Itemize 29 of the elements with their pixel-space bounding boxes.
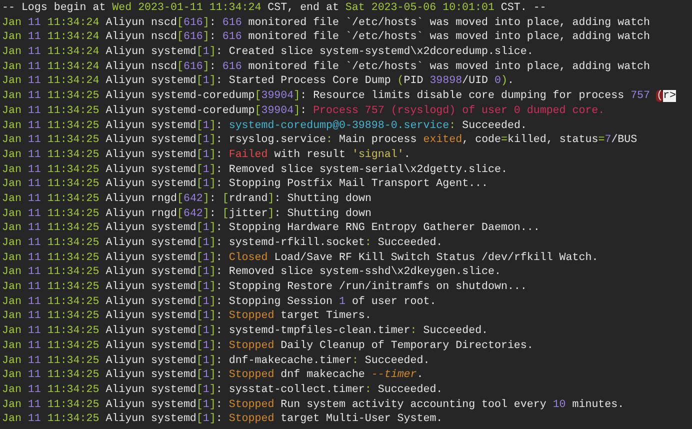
log-line: Jan 11 11:34:24 Aliyun systemd[1]: Started Process Core Dump (PID 39898/UID 0). (2, 74, 514, 90)
log-line: Jan 11 11:34:25 Aliyun systemd[1]: Stopped Daily Cleanup of Temporary Directories. (2, 338, 534, 354)
log-line: Jan 11 11:34:25 Aliyun systemd[1]: Removed slice system-serial\x2dgetty.slice. (2, 162, 508, 178)
log-line: Jan 11 11:34:25 Aliyun systemd[1]: Closed Load/Save RF Kill Switch Status /dev/rfkill Watch. (2, 250, 598, 266)
log-line: Jan 11 11:34:24 Aliyun systemd[1]: Created slice system-systemd\x2dcoredump.slice. (2, 45, 534, 60)
log-line: Jan 11 11:34:24 Aliyun nscd[616]: 616 monitored file `/etc/hosts` was moved into place, adding watch (2, 16, 650, 30)
log-line: Jan 11 11:34:25 Aliyun rngd[642]: [rdrand]: Shutting down (2, 192, 372, 207)
log-line: Jan 11 11:34:25 Aliyun systemd[1]: Stopped target Timers. (2, 309, 372, 324)
log-line: Jan 11 11:34:25 Aliyun systemd[1]: systemd-rfkill.socket: Succeeded. (2, 236, 443, 251)
log-line: Jan 11 11:34:24 Aliyun nscd[616]: 616 monitored file `/etc/hosts` was moved into place, adding watch (2, 60, 650, 74)
log-header: -- Logs begin at Wed 2023-01-11 11:34:24 CST, end at Sat 2023-05-06 10:01:01 CST. -- (2, 1, 546, 16)
log-line: Jan 11 11:34:25 Aliyun systemd-coredump[39904]: Process 757 (rsyslogd) of user 0 dumped core. (2, 104, 605, 118)
log-line: Jan 11 11:34:25 Aliyun systemd[1]: sysstat-collect.timer: Succeeded. (2, 382, 443, 398)
log-line: Jan 11 11:34:25 Aliyun systemd[1]: Stopping Session 1 of user root. (2, 294, 436, 310)
log-line: Jan 11 11:34:25 Aliyun systemd[1]: Stopped Run system activity accounting tool every 10 minutes. (2, 398, 624, 412)
log-line: Jan 11 11:34:25 Aliyun systemd[1]: rsyslog.service: Main process exited, code=killed, status=7/BUS (2, 133, 638, 148)
log-line: Jan 11 11:34:25 Aliyun systemd[1]: Stopped dnf makecache --timer. (2, 368, 424, 383)
log-line: Jan 11 11:34:25 Aliyun systemd[1]: Stopping Hardware RNG Entropy Gatherer Daemon... (2, 221, 540, 236)
log-line: Jan 11 11:34:25 Aliyun systemd-coredump[39904]: Resource limits disable core dumping for process 757 (r> (2, 89, 676, 104)
log-line: Jan 11 11:34:25 Aliyun systemd[1]: Stopping Postfix Mail Transport Agent... (2, 177, 488, 192)
log-line: Jan 11 11:34:25 Aliyun systemd[1]: systemd-coredump@0-39898-0.service: Succeeded. (2, 118, 527, 134)
log-line: Jan 11 11:34:24 Aliyun nscd[616]: 616 monitored file `/etc/hosts` was moved into place, adding watch (2, 30, 650, 46)
log-line: Jan 11 11:34:25 Aliyun rngd[642]: [jitter]: Shutting down (2, 206, 372, 222)
log-line: Jan 11 11:34:25 Aliyun systemd[1]: Stopping Restore /run/initramfs on shutdown... (2, 280, 527, 295)
log-line: Jan 11 11:34:25 Aliyun systemd[1]: systemd-tmpfiles-clean.timer: Succeeded. (2, 324, 488, 339)
log-line: Jan 11 11:34:25 Aliyun systemd[1]: Stopped target Multi-User System. (2, 412, 443, 427)
log-line: Jan 11 11:34:25 Aliyun systemd[1]: Removed slice system-sshd\x2dkeygen.slice. (2, 265, 501, 280)
log-line: Jan 11 11:34:25 Aliyun systemd[1]: Failed with result 'signal'. (2, 148, 410, 163)
log-line: Jan 11 11:34:25 Aliyun systemd[1]: dnf-makecache.timer: Succeeded. (2, 354, 430, 368)
